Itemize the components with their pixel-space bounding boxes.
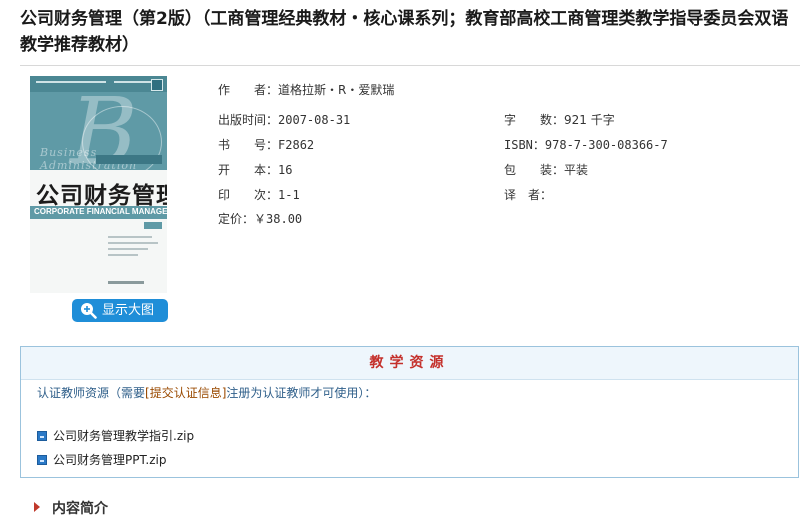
cover-text-line: [108, 242, 158, 244]
section-arrow-icon: [34, 502, 40, 512]
resource-file-name: 公司财务管理PPT.zip: [53, 453, 167, 467]
isbn-field: ISBN：978-7-300-08366-7: [504, 136, 668, 153]
price-field: 定价：￥38.00: [218, 210, 302, 227]
page-title: 公司财务管理（第2版）（工商管理经典教材・核心课系列；教育部高校工商管理类教学指…: [20, 9, 789, 55]
intro-section-heading[interactable]: 内容简介: [52, 498, 108, 518]
cover-tag-bar: [96, 155, 162, 164]
cover-text-line: [108, 248, 148, 250]
binding-field: 包 装：平装: [504, 161, 588, 178]
author-label: 作 者：: [218, 83, 279, 97]
cover-chinese-title: 公司财务管理: [36, 183, 167, 209]
pubdate-value: 2007-08-31: [278, 113, 351, 127]
cover-english-title: CORPORATE FINANCIAL MANAGEMENT: [34, 207, 167, 216]
cover-edition-badge: [144, 222, 162, 229]
book-cover-image[interactable]: B Business Administration 公司财务管理 CORPORA…: [30, 76, 167, 293]
resource-file-item[interactable]: 公司财务管理教学指引.zip: [37, 427, 194, 444]
zoom-in-icon: [81, 303, 97, 319]
show-large-image-label: 显示大图: [102, 303, 155, 318]
price-label: 定价：: [218, 212, 255, 226]
isbn-value: 978-7-300-08366-7: [544, 138, 668, 152]
isbn-label: ISBN：: [504, 138, 545, 152]
publisher-logo-icon: [151, 79, 163, 91]
binding-value: 平装: [564, 163, 589, 177]
bookno-value: F2862: [278, 138, 315, 152]
format-value: 16: [278, 163, 293, 177]
resource-file-item[interactable]: 公司财务管理PPT.zip: [37, 451, 166, 468]
teaching-resources-panel: 教学资源 认证教师资源（需要[提交认证信息]注册为认证教师才可使用）： 公司财务…: [20, 346, 799, 478]
translator-field: 译 者：: [504, 186, 552, 203]
resource-file-name: 公司财务管理教学指引.zip: [53, 429, 195, 443]
certified-teacher-note: 认证教师资源（需要[提交认证信息]注册为认证教师才可使用）：: [37, 385, 397, 401]
bookno-label: 书 号：: [218, 138, 279, 152]
printing-label: 印 次：: [218, 188, 279, 202]
author-value: 道格拉斯・R・爱默瑞: [278, 83, 395, 97]
printing-value: 1-1: [278, 188, 300, 202]
price-value: ￥38.00: [254, 212, 303, 226]
format-label: 开 本：: [218, 163, 279, 177]
cover-press-name: [108, 281, 144, 284]
cover-text-line: [108, 254, 138, 256]
teaching-resources-header: 教学资源: [21, 347, 798, 380]
pubdate-label: 出版时间：: [218, 113, 279, 127]
binding-label: 包 装：: [504, 163, 565, 177]
title-divider: [20, 65, 800, 66]
show-large-image-button[interactable]: 显示大图: [72, 299, 168, 322]
wordcount-value: 921 千字: [564, 113, 615, 127]
author-field: 作 者：道格拉斯・R・爱默瑞: [218, 81, 394, 98]
pubdate-field: 出版时间：2007-08-31: [218, 111, 350, 128]
file-image-icon: [37, 455, 47, 465]
cover-text-line: [108, 236, 152, 238]
format-field: 开 本：16: [218, 161, 292, 178]
note-text-after: 注册为认证教师才可使用）：: [226, 386, 377, 400]
printing-field: 印 次：1-1: [218, 186, 300, 203]
translator-label: 译 者：: [504, 188, 553, 202]
bookno-field: 书 号：F2862: [218, 136, 314, 153]
note-text-before: 认证教师资源（需要: [37, 386, 146, 400]
file-image-icon: [37, 431, 47, 441]
wordcount-field: 字 数：921 千字: [504, 111, 615, 128]
submit-certification-link[interactable]: [提交认证信息]: [145, 386, 226, 400]
wordcount-label: 字 数：: [504, 113, 565, 127]
